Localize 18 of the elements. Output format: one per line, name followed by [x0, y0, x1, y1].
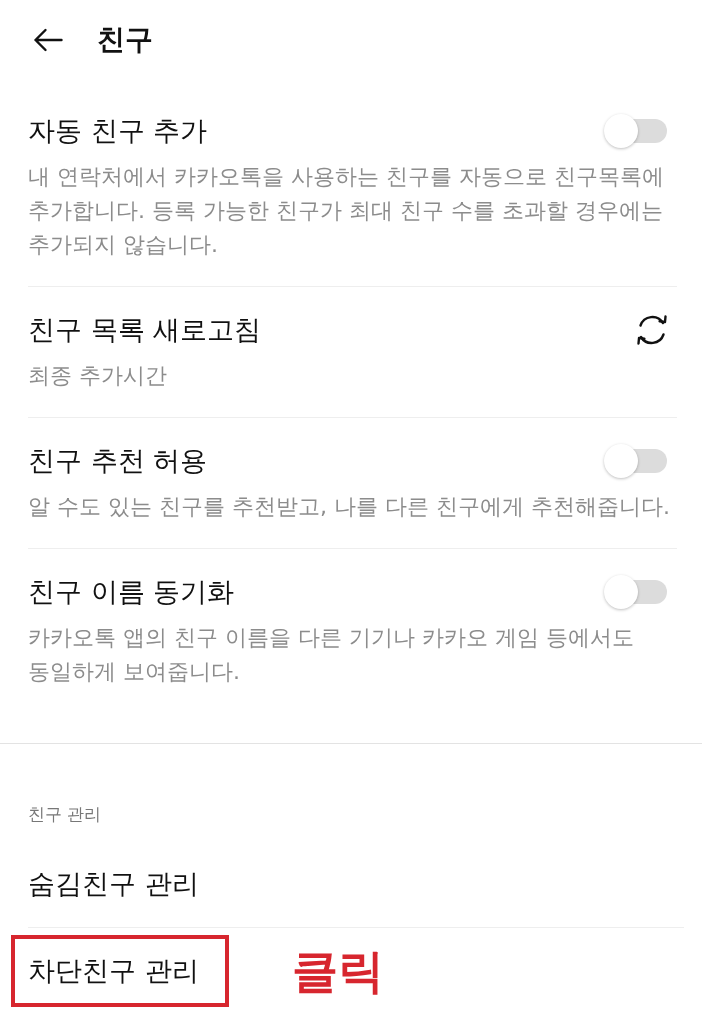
setting-description: 내 연락처에서 카카오톡을 사용하는 친구를 자동으로 친구목록에 추가합니다. 등록 가능한 친구가 최대 친구 수를 초과할 경우에는 추가되지 않습니다. [28, 163, 665, 259]
toggle-switch[interactable] [603, 443, 667, 479]
setting-title: 자동 친구 추가 [28, 114, 208, 148]
setting-title: 친구 추천 허용 [28, 444, 208, 478]
annotation-label: 클릭 [291, 942, 384, 999]
menu-item[interactable]: 차단친구 관리 [11, 935, 229, 1007]
setting-title: 친구 이름 동기화 [28, 575, 235, 609]
setting-title: 친구 목록 새로고침 [28, 313, 262, 347]
refresh-icon[interactable] [634, 313, 670, 347]
toggle-switch[interactable] [603, 113, 667, 149]
setting-description: 최종 추가시간 [28, 362, 168, 390]
toggle-switch[interactable] [603, 574, 667, 610]
menu-item[interactable]: 숨김친구 관리 [28, 841, 199, 927]
setting-description: 알 수도 있는 친구를 추천받고, 나를 다른 친구에게 추천해줍니다. [28, 493, 671, 521]
back-icon[interactable] [33, 28, 63, 52]
section-header: 친구 관리 [28, 803, 103, 826]
setting-description: 카카오톡 앱의 친구 이름을 다른 기기나 카카오 게임 등에서도 동일하게 보여줍니다. [28, 624, 635, 686]
page-title: 친구 [97, 22, 153, 58]
